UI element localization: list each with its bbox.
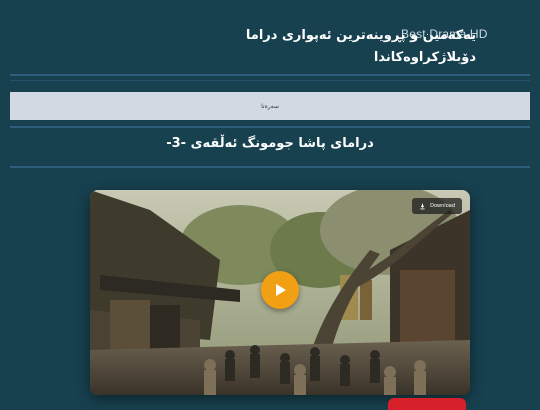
page-title: درامای پاشا جومونگ ئەڵقەی -3- bbox=[166, 136, 374, 151]
divider bbox=[10, 166, 530, 168]
divider bbox=[10, 80, 530, 81]
play-button[interactable] bbox=[261, 271, 299, 309]
divider bbox=[10, 126, 530, 128]
site-tagline: یەکەمین و پڕوینەترین ئەپواری دراما دۆبلا… bbox=[245, 28, 476, 65]
nav-home-button[interactable]: سەرەتا bbox=[10, 92, 530, 120]
divider bbox=[10, 74, 530, 76]
play-icon bbox=[276, 284, 286, 296]
download-button[interactable]: Download bbox=[412, 198, 462, 214]
red-tab-button[interactable] bbox=[388, 398, 466, 410]
download-label: Download bbox=[430, 203, 455, 209]
video-player[interactable]: Download bbox=[90, 190, 470, 395]
nav-home-label: سەرەتا bbox=[261, 102, 279, 110]
download-icon bbox=[420, 203, 425, 209]
site-header: Best Drama HD یەکەمین و پڕوینەترین ئەپوا… bbox=[0, 0, 540, 72]
